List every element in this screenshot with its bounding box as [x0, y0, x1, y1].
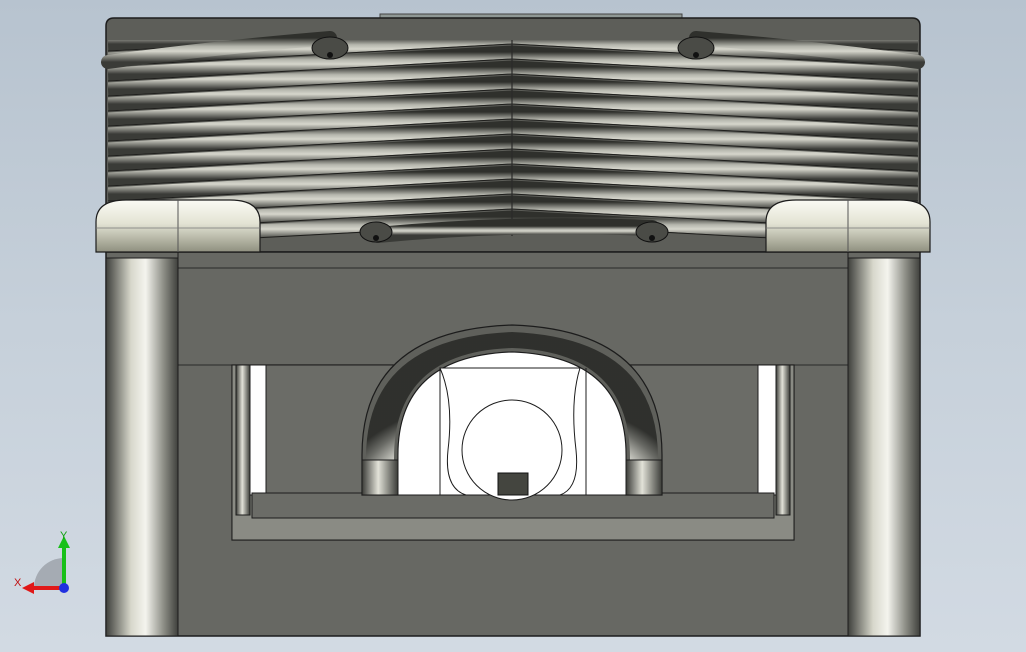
y-axis-label: Y	[60, 530, 68, 542]
x-arrowhead	[22, 582, 34, 594]
z-axis-dot	[59, 583, 69, 593]
axis-triad: X Y	[14, 530, 70, 594]
3d-model-view[interactable]	[0, 0, 1026, 652]
x-axis-label: X	[14, 577, 22, 589]
right-pillar	[847, 257, 921, 637]
graphics-viewport[interactable]: X Y	[0, 0, 1026, 652]
triad-plane	[34, 558, 64, 588]
right-cap	[765, 199, 931, 253]
connecting-rod	[439, 367, 587, 501]
left-cap	[95, 199, 261, 253]
left-pillar	[105, 257, 179, 637]
